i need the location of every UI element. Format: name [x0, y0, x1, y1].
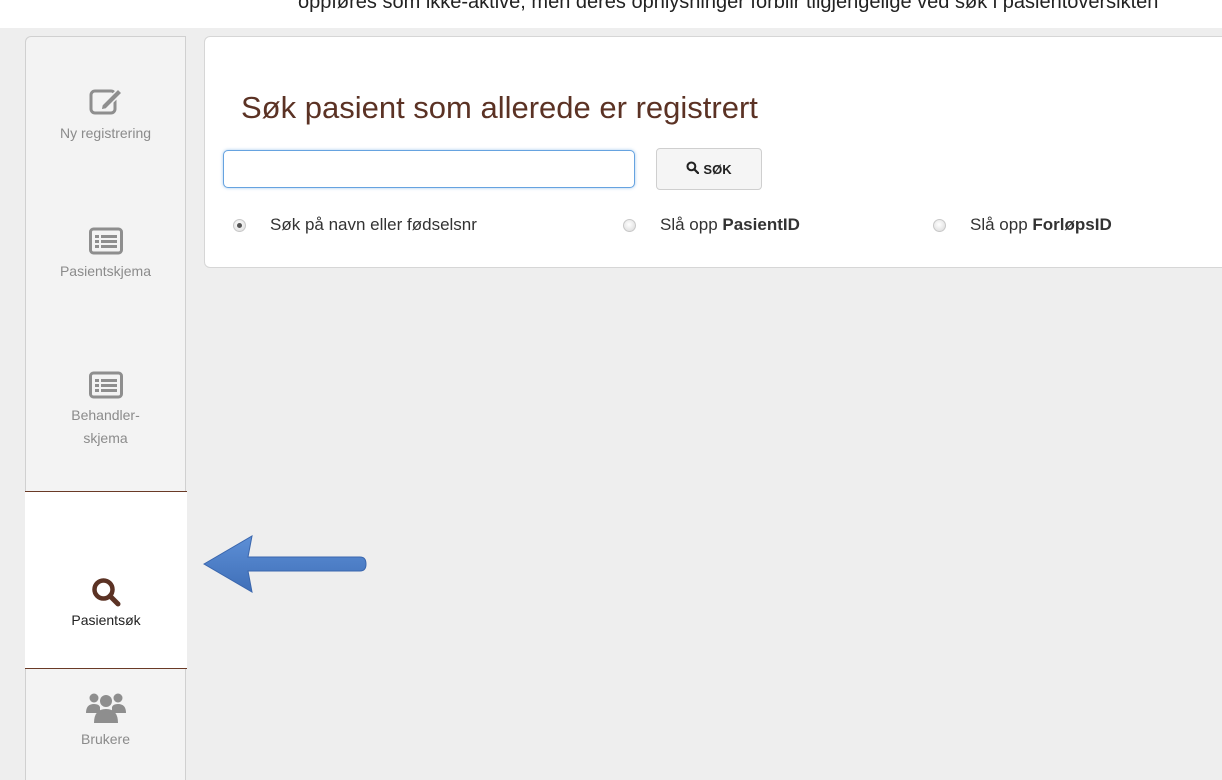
radio-episode-id[interactable]: Slå opp ForløpsID — [933, 215, 1112, 235]
search-mode-options: Søk på navn eller fødselsnr Slå opp Pasi… — [205, 215, 1222, 239]
clipped-header-text: oppføres som ikke-aktive, men deres opnl… — [298, 0, 1159, 13]
page-title: Søk pasient som allerede er registrert — [241, 90, 758, 125]
radio-label: Slå opp PasientID — [660, 215, 800, 235]
sidebar: Ny registrering Pasientskjema Behandler-… — [25, 36, 187, 780]
sidebar-item-users[interactable]: Brukere — [26, 691, 185, 751]
sidebar-item-label: Pasientsøk — [71, 612, 141, 628]
edit-icon — [88, 85, 124, 122]
radio-patient-id[interactable]: Slå opp PasientID — [623, 215, 800, 235]
sidebar-item-patient-form[interactable]: Pasientskjema — [26, 227, 185, 283]
search-icon — [91, 577, 121, 612]
sidebar-item-label: Brukere — [80, 731, 131, 747]
top-strip: oppføres som ikke-aktive, men deres opnl… — [0, 0, 1222, 28]
sidebar-item-label: Behandler- skjema — [71, 407, 140, 446]
radio-button[interactable] — [623, 218, 636, 232]
search-button-label: SØK — [703, 161, 732, 177]
search-panel: Søk pasient som allerede er registrert S… — [204, 36, 1222, 268]
search-button[interactable]: SØK — [656, 148, 762, 190]
sidebar-item-label: Ny registrering — [59, 125, 152, 141]
search-icon — [686, 161, 700, 177]
sidebar-item-label: Pasientskjema — [59, 263, 152, 279]
radio-button[interactable] — [233, 218, 246, 232]
sidebar-item-treater-form[interactable]: Behandler- skjema — [26, 371, 185, 450]
users-icon — [85, 691, 127, 728]
sidebar-item-new-registration[interactable]: Ny registrering — [26, 85, 185, 145]
list-icon — [88, 227, 123, 260]
radio-label-bold: PasientID — [722, 215, 800, 234]
annotation-arrow — [203, 535, 367, 593]
radio-label-bold: ForløpsID — [1032, 215, 1112, 234]
radio-label: Søk på navn eller fødselsnr — [270, 215, 477, 234]
radio-name-or-ssn[interactable]: Søk på navn eller fødselsnr — [233, 215, 477, 235]
radio-label-prefix: Slå opp — [660, 215, 723, 234]
radio-label: Slå opp ForløpsID — [970, 215, 1112, 235]
list-icon — [88, 371, 123, 404]
radio-button[interactable] — [933, 218, 946, 232]
sidebar-item-patient-search[interactable]: Pasientsøk — [25, 491, 187, 669]
radio-label-prefix: Slå opp — [970, 215, 1033, 234]
search-input[interactable] — [223, 150, 635, 188]
